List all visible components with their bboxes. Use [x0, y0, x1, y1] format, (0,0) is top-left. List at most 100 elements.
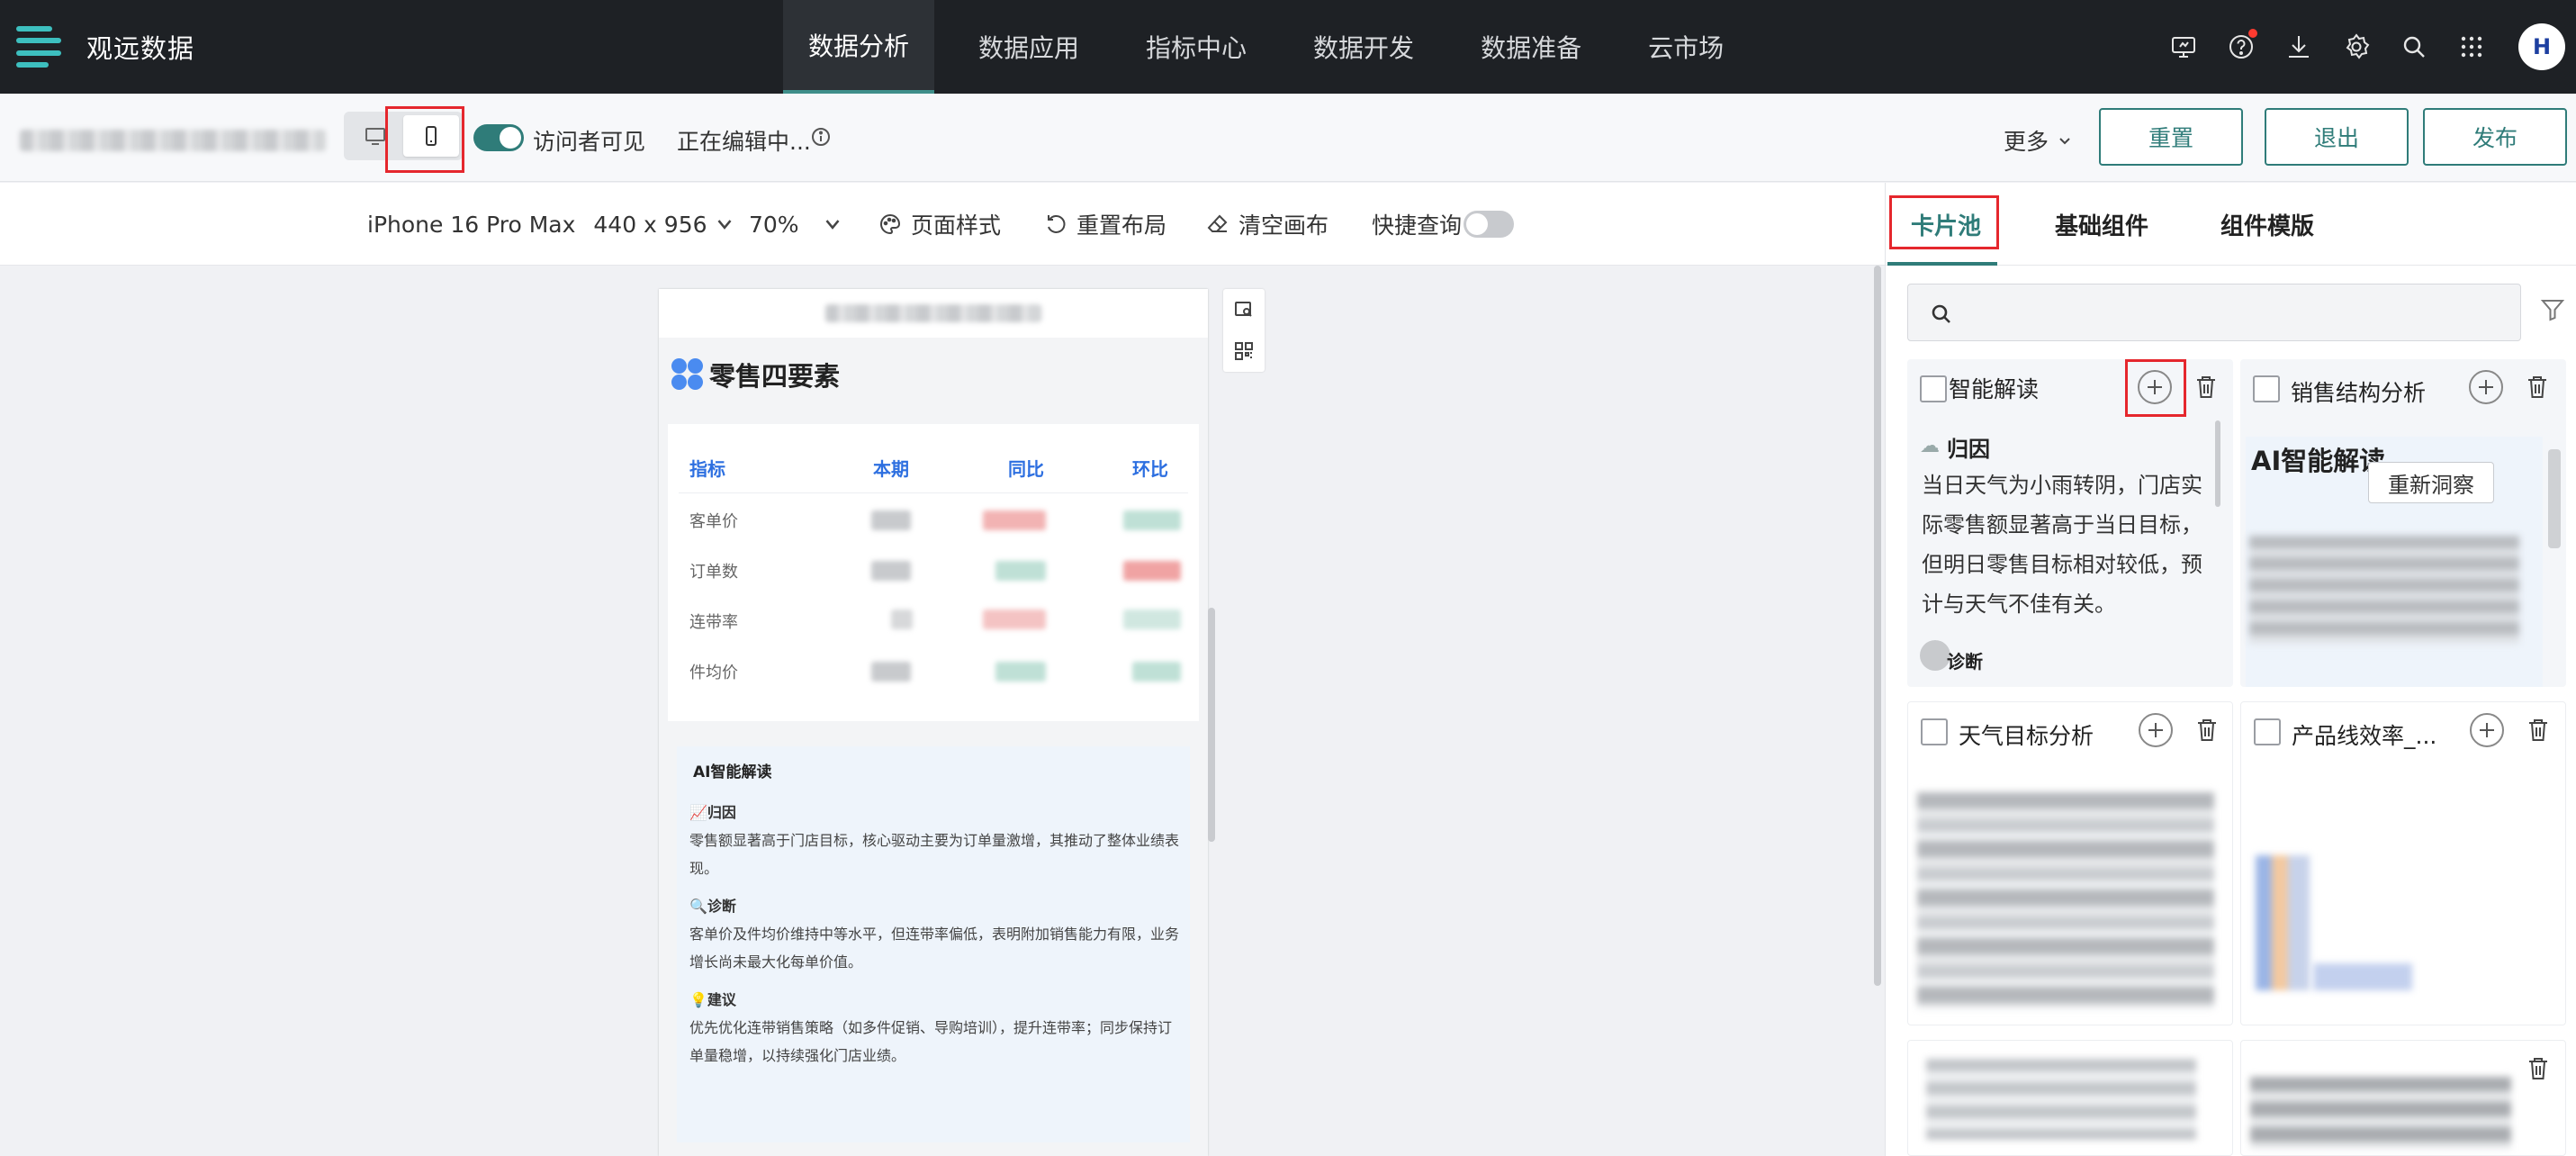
add-card-button[interactable]: [2470, 713, 2504, 747]
highlight-box-card-pool: [1889, 195, 1999, 249]
card-search-input[interactable]: [1907, 284, 2521, 341]
quick-query-label: 快捷查询: [1372, 212, 1463, 239]
ai-section-label: 🔍诊断: [689, 898, 736, 915]
kpi-value-redacted: [1123, 610, 1181, 629]
info-icon[interactable]: [810, 126, 832, 148]
kpi-value-redacted: [871, 662, 911, 682]
trash-icon[interactable]: [2526, 717, 2551, 744]
preview-search-icon[interactable]: [1223, 289, 1265, 330]
card-preview: AI智能解读 重新洞察: [2246, 437, 2543, 687]
ai-section-attribution: 📈归因 零售额显著高于门店目标，核心驱动主要为订单量激增，其推动了整体业绩表现。: [689, 799, 1179, 882]
trash-icon[interactable]: [2193, 374, 2219, 401]
kpi-value-redacted: [1132, 662, 1181, 682]
kpi-table-card[interactable]: 指标 本期 同比 环比 客单价 订单数 连带率 件均价: [668, 424, 1199, 721]
search-icon[interactable]: [2385, 18, 2443, 76]
trash-icon[interactable]: [2194, 717, 2220, 744]
zoom-select[interactable]: 70%: [749, 183, 853, 266]
reset-layout-button[interactable]: 重置布局: [1044, 183, 1166, 266]
add-card-button[interactable]: [2139, 713, 2173, 747]
nav-tab-data-prep[interactable]: 数据准备: [1458, 0, 1604, 94]
phone-preview: 零售四要素 指标 本期 同比 环比 客单价 订单数 连带率 件均价 AI智能解读…: [659, 289, 1208, 1156]
diagnosis-icon: [1920, 640, 1950, 671]
download-icon[interactable]: [2270, 18, 2328, 76]
visitor-visible-toggle[interactable]: [473, 124, 524, 151]
tab-basic-components[interactable]: 基础组件: [2055, 183, 2148, 266]
chevron-down-icon: [713, 212, 745, 236]
kpi-value-redacted: [995, 561, 1046, 581]
brand[interactable]: 观远数据: [16, 18, 194, 76]
card-checkbox[interactable]: [2253, 375, 2280, 402]
ai-section-text: 零售额显著高于门店目标，核心驱动主要为订单量激增，其推动了整体业绩表现。: [689, 832, 1180, 877]
canvas-toolbar: iPhone 16 Pro Max 440 x 956 70% 页面样式 重置布…: [0, 183, 1885, 266]
user-avatar[interactable]: H: [2518, 23, 2565, 70]
search-icon: [1932, 304, 1950, 323]
phone-header: [659, 289, 1208, 338]
kpi-value-redacted: [995, 662, 1046, 682]
trash-icon[interactable]: [2526, 1055, 2551, 1082]
settings-icon[interactable]: [2328, 18, 2385, 76]
card-scrollbar[interactable]: [2548, 449, 2561, 548]
zoom-value: 70%: [749, 211, 799, 238]
page-style-button[interactable]: 页面样式: [878, 183, 1001, 266]
kpi-row-label: 连带率: [689, 613, 738, 632]
card-sales-structure[interactable]: 销售结构分析 AI智能解读 重新洞察: [2240, 359, 2566, 687]
reset-icon: [1048, 215, 1066, 233]
clover-icon: [671, 358, 704, 391]
monitor-icon[interactable]: [2155, 18, 2212, 76]
clear-canvas-button[interactable]: 清空画布: [1206, 183, 1329, 266]
chevron-down-icon: [2056, 131, 2074, 149]
apps-grid-icon[interactable]: [2443, 18, 2500, 76]
trash-icon[interactable]: [2525, 374, 2550, 401]
exit-button[interactable]: 退出: [2265, 108, 2409, 166]
quick-query-toggle[interactable]: [1464, 211, 1514, 238]
add-card-button[interactable]: [2469, 370, 2503, 404]
qr-code-icon[interactable]: [1223, 330, 1265, 372]
card-checkbox[interactable]: [2254, 718, 2281, 745]
nav-tab-metrics-center[interactable]: 指标中心: [1123, 0, 1269, 94]
editing-status: 正在编辑中...: [677, 129, 811, 155]
card-checkbox[interactable]: [1921, 718, 1948, 745]
canvas-scrollbar[interactable]: [1874, 266, 1881, 986]
nav-tab-data-apps[interactable]: 数据应用: [956, 0, 1102, 94]
more-label: 更多: [2004, 129, 2049, 155]
nav-tab-data-analysis[interactable]: 数据分析: [783, 0, 935, 94]
main-nav-tabs: 数据分析 数据应用 指标中心 数据开发 数据准备 云市场: [783, 0, 1768, 94]
card-checkbox[interactable]: [1920, 375, 1947, 402]
nav-tab-data-dev[interactable]: 数据开发: [1291, 0, 1437, 94]
menu-logo-icon[interactable]: [16, 23, 65, 71]
help-icon[interactable]: [2212, 18, 2270, 76]
ai-card-title: AI智能解读: [693, 763, 772, 781]
reset-button[interactable]: 重置: [2099, 108, 2243, 166]
page-title: 零售四要素: [671, 356, 840, 393]
card-partial[interactable]: [2240, 1040, 2566, 1156]
publish-button[interactable]: 发布: [2423, 108, 2567, 166]
phone-scrollbar[interactable]: [1208, 608, 1215, 842]
reinsight-button[interactable]: 重新洞察: [2368, 462, 2494, 503]
card-scrollbar[interactable]: [2215, 420, 2220, 507]
kpi-header-mom: 环比: [1132, 458, 1168, 480]
card-product-line-efficiency[interactable]: 产品线效率_...: [2240, 701, 2566, 1025]
card-partial[interactable]: [1907, 1040, 2233, 1156]
preview-chart-redacted: [2256, 855, 2310, 990]
tab-component-templates[interactable]: 组件模版: [2220, 183, 2314, 266]
ai-section-diagnosis: 🔍诊断 客单价及件均价维持中等水平，但连带率偏低，表明附加销售能力有限，业务增长…: [689, 892, 1179, 976]
preview-content-redacted: [1926, 1059, 2196, 1140]
right-panel: 卡片池 基础组件 组件模版 智能解读 ☁ 归因 当日天气为小雨转阴，门店实际零售…: [1885, 183, 2576, 1156]
nav-tab-cloud-market[interactable]: 云市场: [1626, 0, 1746, 94]
kpi-header-yoy: 同比: [1008, 458, 1044, 480]
preview-title: AI智能解读: [2251, 446, 2386, 476]
preview-content-redacted: [2249, 536, 2519, 644]
clear-canvas-label: 清空画布: [1238, 212, 1329, 239]
phone-content: 零售四要素 指标 本期 同比 环比 客单价 订单数 连带率 件均价 AI智能解读…: [659, 338, 1208, 1156]
kpi-value-redacted: [1123, 510, 1181, 530]
card-weather-target[interactable]: 天气目标分析: [1907, 701, 2233, 1025]
device-select[interactable]: iPhone 16 Pro Max 440 x 956: [367, 183, 745, 266]
ai-section-label: 💡建议: [689, 991, 736, 1008]
more-dropdown[interactable]: 更多: [2004, 124, 2074, 157]
filter-icon[interactable]: [2539, 296, 2566, 323]
ai-section-suggestion: 💡建议 优先优化连带销售策略（如多件促销、导购培训），提升连带率；同步保持订单量…: [689, 986, 1179, 1070]
ai-section-text: 客单价及件均价维持中等水平，但连带率偏低，表明附加销售能力有限，业务增长尚未最大…: [689, 926, 1180, 971]
card-footer-label: 诊断: [1947, 651, 1983, 673]
highlight-box-mobile-view: [385, 106, 464, 173]
ai-insight-card[interactable]: AI智能解读 📈归因 零售额显著高于门店目标，核心驱动主要为订单量激增，其推动了…: [677, 746, 1190, 1142]
